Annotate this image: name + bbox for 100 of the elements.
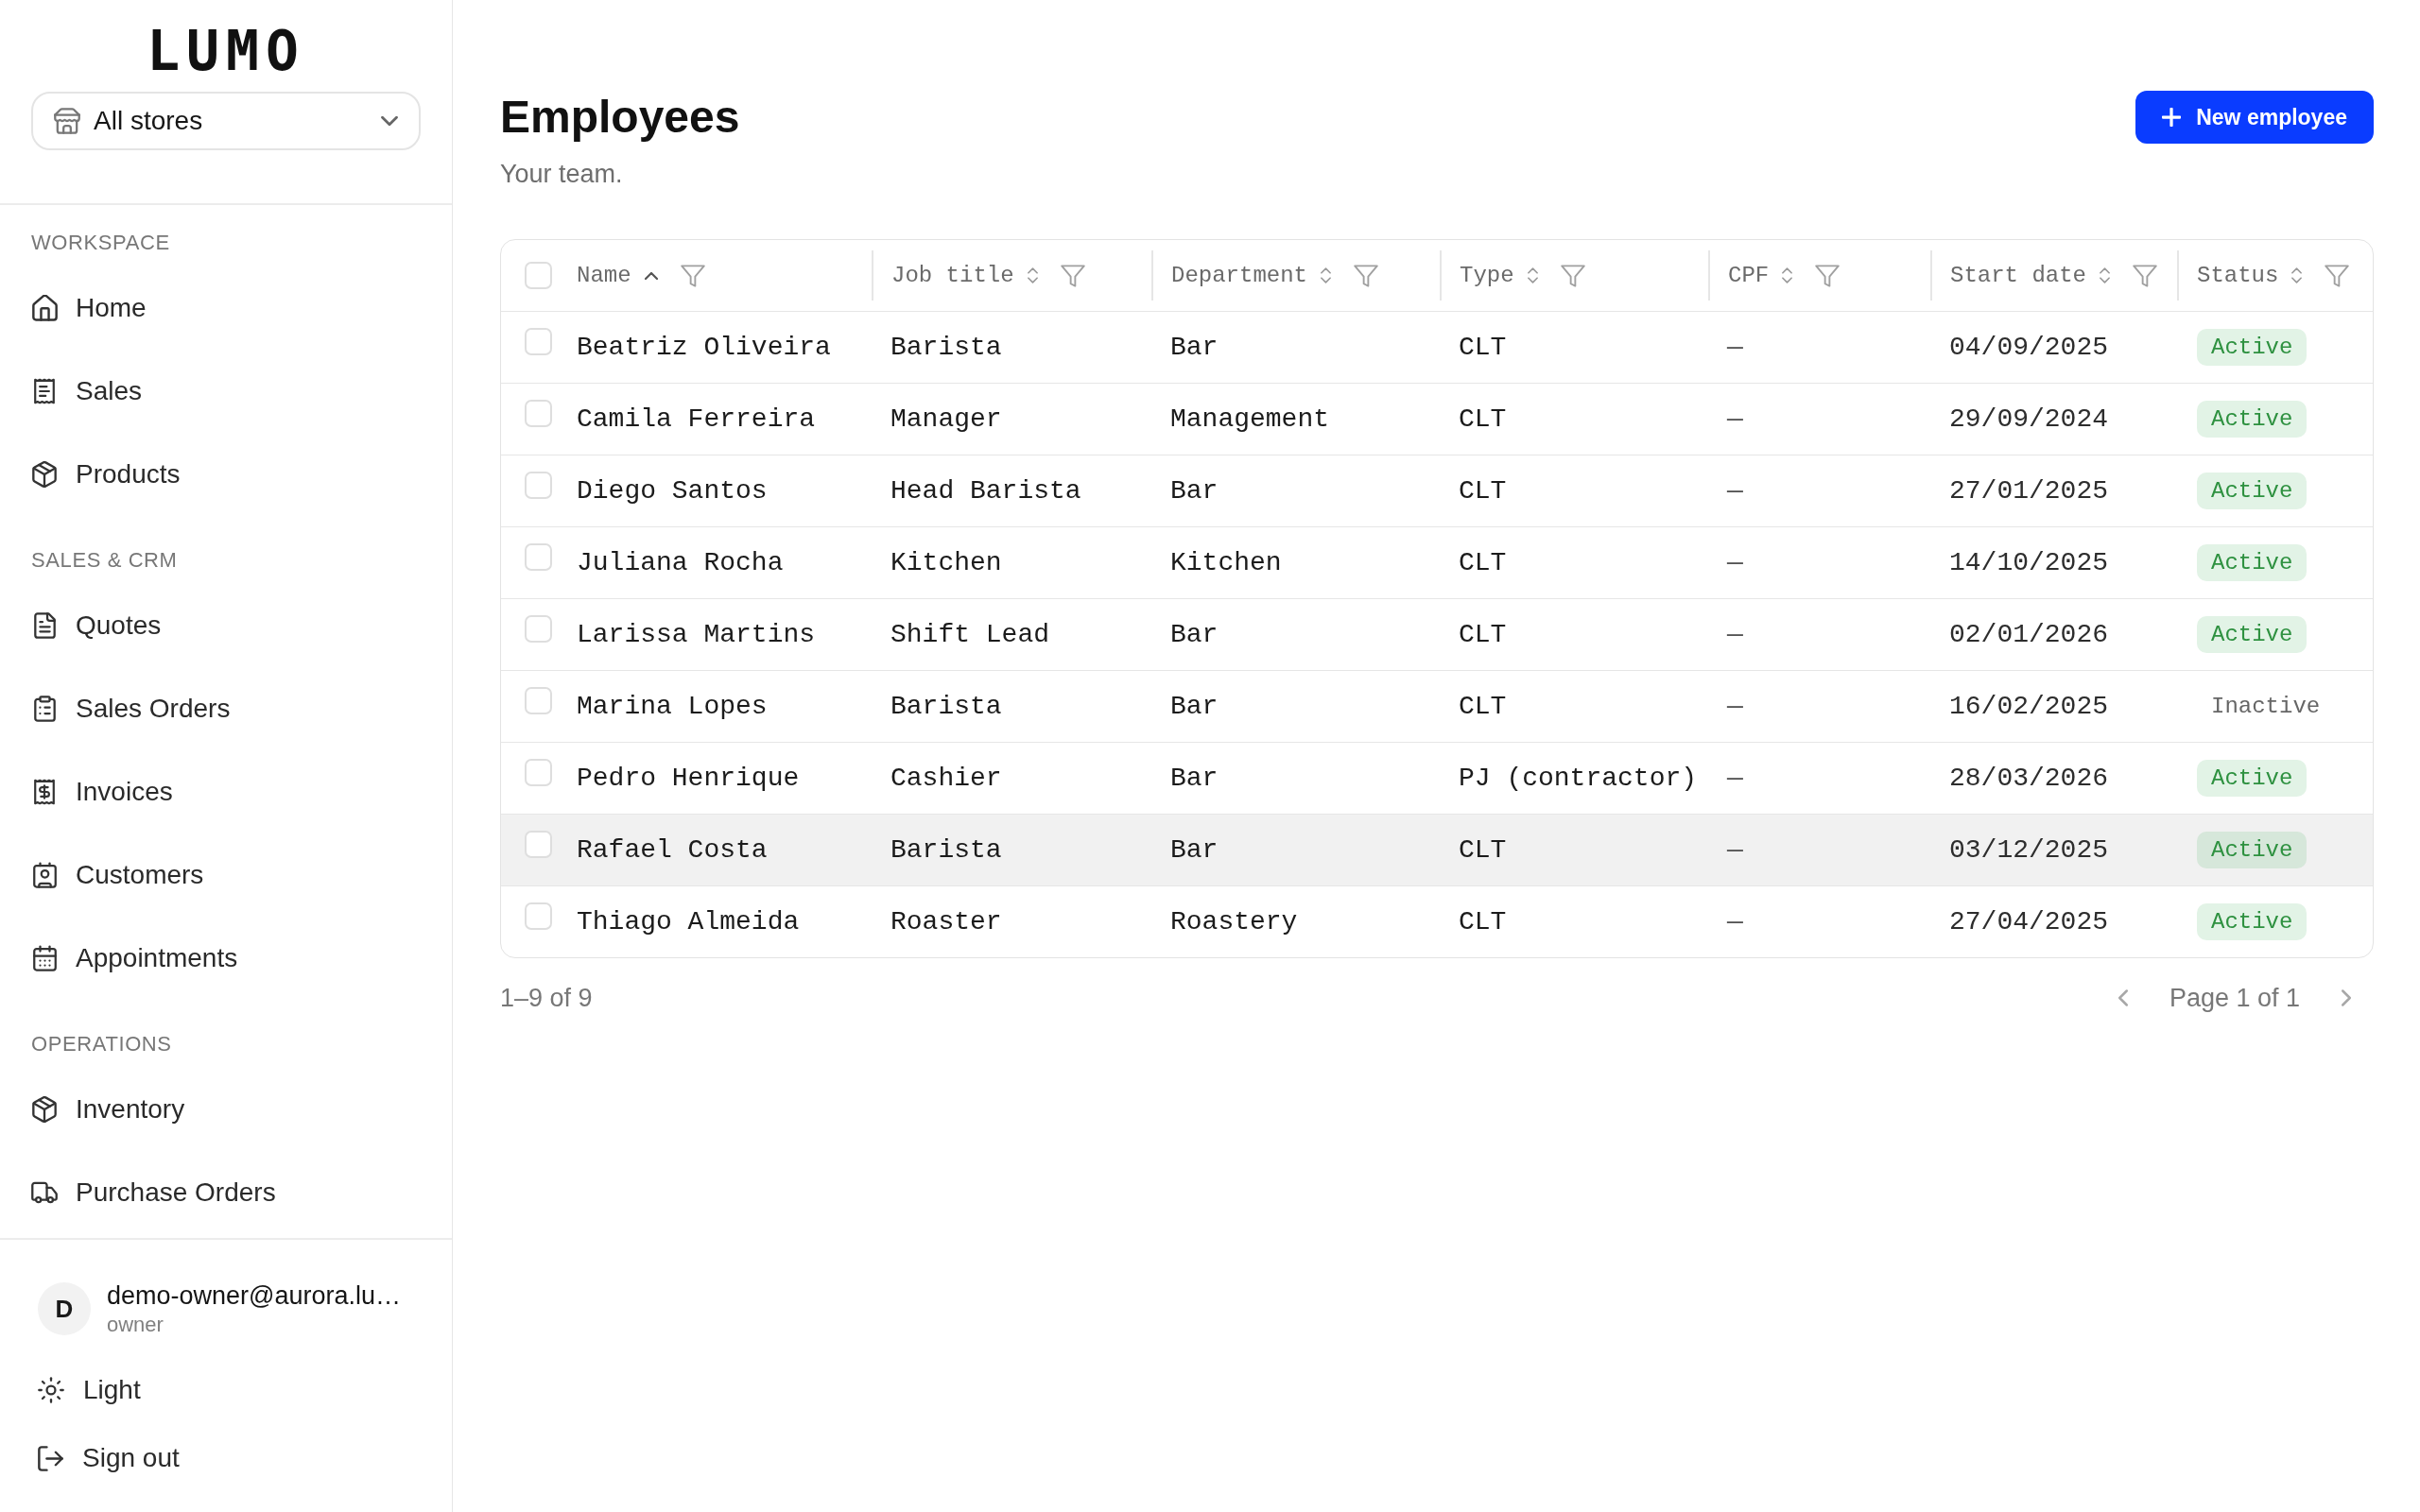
sidebar-item[interactable]: Sales [19, 361, 433, 421]
department: Bar [1170, 764, 1219, 793]
store-select[interactable]: All stores [31, 92, 421, 150]
department: Bar [1170, 476, 1219, 506]
column-header[interactable]: Status [2197, 263, 2279, 288]
employee-name: Rafael Costa [577, 835, 768, 865]
start-date: 02/01/2026 [1949, 620, 2109, 649]
department: Bar [1170, 620, 1219, 649]
row-checkbox[interactable] [525, 543, 552, 571]
employee-name: Juliana Rocha [577, 548, 784, 577]
row-checkbox[interactable] [525, 472, 552, 499]
table-row[interactable]: Beatriz Oliveira Barista Bar CLT — 04/09/2025 Active [501, 311, 2373, 383]
employee-name: Pedro Henrique [577, 764, 800, 793]
filter-icon[interactable] [1560, 264, 1585, 287]
logout-icon [38, 1445, 63, 1471]
section-heading: SALES & CRM [30, 547, 178, 574]
column-header[interactable]: Name [577, 263, 631, 288]
table-row[interactable]: Thiago Almeida Roaster Roastery CLT — 27/04/2025 Active [501, 885, 2373, 957]
department: Management [1170, 404, 1330, 434]
sign-out-button[interactable]: Sign out [19, 1432, 433, 1485]
sidebar-item[interactable]: Appointments [19, 928, 433, 988]
plus-icon [2162, 108, 2182, 127]
status-badge: Active [2197, 760, 2308, 797]
chevron-down-icon [381, 116, 398, 126]
chevrons-up-down-icon[interactable] [1782, 267, 1793, 284]
start-date: 27/01/2025 [1949, 476, 2109, 506]
column-header[interactable]: Job title [891, 263, 1014, 288]
column-header[interactable]: CPF [1728, 263, 1770, 288]
page-title: Employees [500, 91, 740, 144]
job-title: Barista [890, 333, 1002, 362]
logo: LUMO [147, 25, 305, 77]
sidebar-item[interactable]: Purchase Orders [19, 1162, 433, 1223]
row-checkbox[interactable] [525, 902, 552, 930]
user-email: demo-owner@aurora.lu… [107, 1280, 402, 1312]
employment-type: CLT [1459, 333, 1507, 362]
section-heading: OPERATIONS [30, 1031, 172, 1057]
chevrons-up-down-icon[interactable] [1027, 267, 1038, 284]
employment-type: CLT [1459, 620, 1507, 649]
filter-icon[interactable] [1815, 264, 1841, 287]
pagination-range: 1–9 of 9 [500, 983, 593, 1013]
job-title: Head Barista [890, 476, 1081, 506]
theme-toggle[interactable]: Light [19, 1364, 433, 1417]
row-checkbox[interactable] [525, 615, 552, 643]
filter-icon[interactable] [1354, 264, 1379, 287]
status-badge: Active [2197, 616, 2308, 653]
start-date: 14/10/2025 [1949, 548, 2109, 577]
status-badge: Active [2197, 329, 2308, 366]
chevrons-up-down-icon[interactable] [2100, 267, 2111, 284]
filter-icon[interactable] [2133, 264, 2158, 287]
filter-icon[interactable] [2325, 264, 2350, 287]
row-checkbox[interactable] [525, 831, 552, 858]
column-header[interactable]: Department [1171, 263, 1308, 288]
contact-card-icon [32, 862, 57, 888]
sidebar-item[interactable]: Quotes [19, 595, 433, 656]
row-checkbox[interactable] [525, 687, 552, 714]
sidebar-item[interactable]: Sales Orders [19, 679, 433, 739]
column-header[interactable]: Start date [1950, 263, 2087, 288]
row-checkbox[interactable] [525, 328, 552, 355]
page-indicator: Page 1 of 1 [2169, 983, 2300, 1013]
new-employee-button[interactable]: New employee [2135, 91, 2374, 144]
employment-type: CLT [1459, 548, 1507, 577]
row-checkbox[interactable] [525, 759, 552, 786]
cpf-value: — [1727, 620, 1743, 649]
employee-name: Camila Ferreira [577, 404, 816, 434]
sidebar-item[interactable]: Inventory [19, 1079, 433, 1140]
sidebar-item[interactable]: Products [19, 444, 433, 505]
chevrons-up-down-icon[interactable] [1527, 267, 1538, 284]
start-date: 28/03/2026 [1949, 764, 2109, 793]
status-label: Inactive [2210, 693, 2322, 721]
table-row[interactable]: Camila Ferreira Manager Management CLT — 29/09/2024 Active [501, 383, 2373, 455]
select-all-checkbox[interactable] [525, 262, 552, 289]
table-row[interactable]: Rafael Costa Barista Bar CLT — 03/12/2025 Active [501, 814, 2373, 885]
table-row[interactable]: Larissa Martins Shift Lead Bar CLT — 02/01/2026 Active [501, 598, 2373, 670]
cpf-value: — [1727, 548, 1743, 577]
chevrons-up-down-icon[interactable] [2291, 267, 2303, 284]
calendar-icon [32, 945, 57, 971]
sidebar-item[interactable]: Home [19, 278, 433, 338]
start-date: 16/02/2025 [1949, 692, 2109, 721]
table-row[interactable]: Juliana Rocha Kitchen Kitchen CLT — 14/10/2025 Active [501, 526, 2373, 598]
row-checkbox[interactable] [525, 400, 552, 427]
department: Bar [1170, 692, 1219, 721]
filter-icon[interactable] [680, 264, 705, 287]
sidebar-item[interactable]: Invoices [19, 762, 433, 822]
status-badge: Active [2197, 472, 2308, 509]
chevrons-up-down-icon[interactable] [1321, 267, 1332, 284]
sun-icon [38, 1377, 64, 1403]
receipt-icon [34, 378, 55, 404]
column-header[interactable]: Type [1460, 263, 1514, 288]
truck-icon [31, 1179, 58, 1206]
table-row[interactable]: Diego Santos Head Barista Bar CLT — 27/01/2025 Active [501, 455, 2373, 526]
user-role: owner [107, 1312, 164, 1338]
table-row[interactable]: Marina Lopes Barista Bar CLT — 16/02/2025 Inactive [501, 670, 2373, 742]
filter-icon[interactable] [1060, 264, 1085, 287]
box-icon [32, 1096, 57, 1123]
status-badge: Active [2197, 544, 2308, 581]
employee-name: Thiago Almeida [577, 907, 800, 936]
chevron-up-icon[interactable] [644, 271, 658, 280]
start-date: 03/12/2025 [1949, 835, 2109, 865]
sidebar-item[interactable]: Customers [19, 845, 433, 905]
job-title: Cashier [890, 764, 1002, 793]
